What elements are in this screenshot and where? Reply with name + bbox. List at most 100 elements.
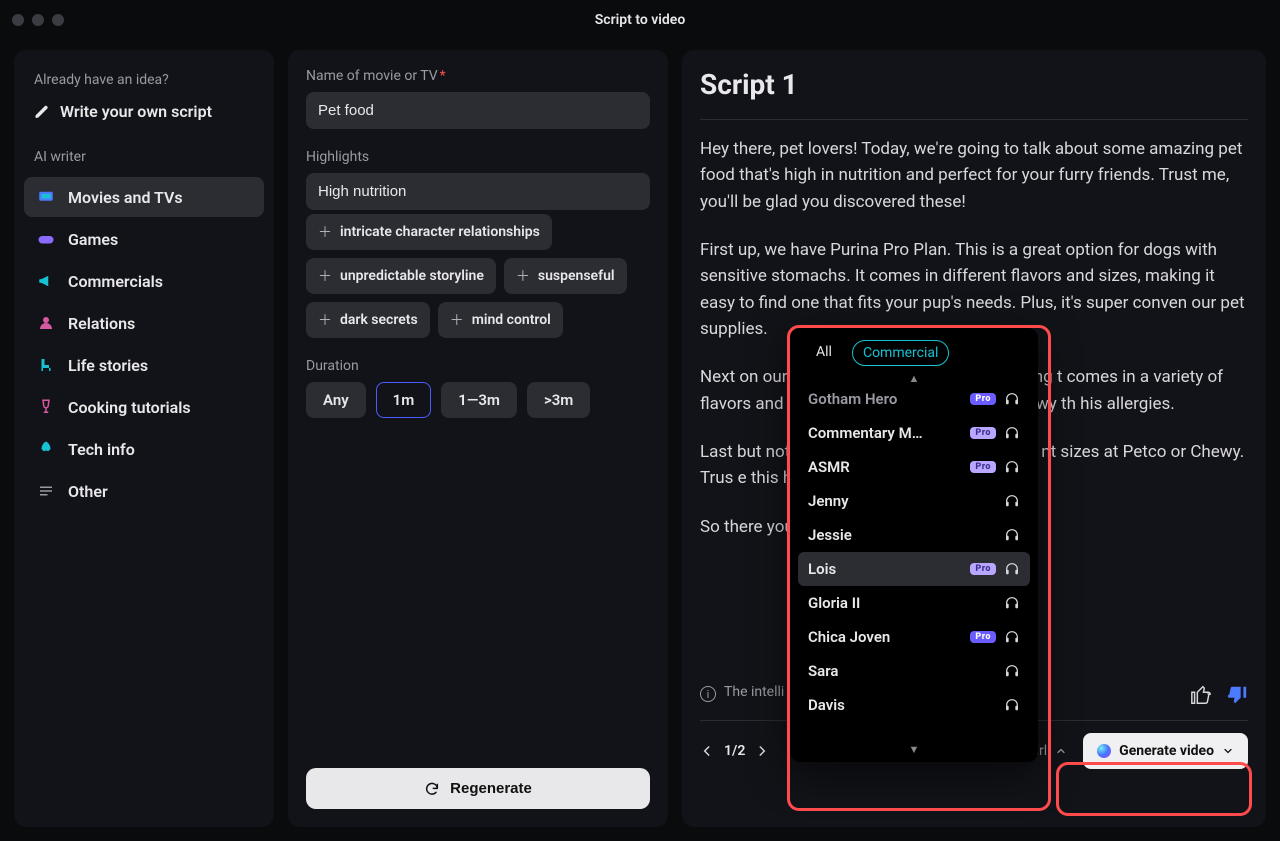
pro-badge: Pro	[970, 563, 996, 575]
name-label: Name of movie or TV*	[306, 68, 650, 84]
voice-tab[interactable]: Commercial	[852, 340, 949, 366]
plus-icon: ＋	[318, 222, 332, 242]
voice-name: Commentary M…	[808, 424, 962, 442]
voice-row[interactable]: Gloria II	[798, 586, 1030, 620]
sidebar-item-label: Relations	[68, 314, 135, 333]
pro-badge: Pro	[970, 393, 996, 405]
headphones-icon[interactable]	[1004, 493, 1020, 509]
next-icon[interactable]	[755, 744, 769, 758]
suggestion-chip[interactable]: ＋ dark secrets	[306, 302, 430, 338]
sidebar: Already have an idea? Write your own scr…	[14, 50, 274, 827]
voice-row[interactable]: Davis	[798, 688, 1030, 722]
write-own-label: Write your own script	[60, 102, 212, 121]
pager: 1/2	[700, 743, 769, 759]
window-controls[interactable]	[12, 14, 64, 26]
suggestion-chip[interactable]: ＋unpredictable storyline	[306, 258, 496, 294]
voice-name: Gloria II	[808, 594, 996, 612]
voice-name: Davis	[808, 696, 996, 714]
headphones-icon[interactable]	[1004, 391, 1020, 407]
refresh-icon	[424, 781, 440, 797]
voice-row[interactable]: ASMRPro	[798, 450, 1030, 484]
voice-popover[interactable]: AllCommercial ▲ Gotham HeroProCommentary…	[790, 328, 1038, 762]
tv-icon	[36, 187, 56, 207]
script-paragraph: First up, we have Purina Pro Plan. This …	[700, 237, 1248, 342]
plus-icon: ＋	[318, 310, 332, 330]
voice-name: Jenny	[808, 492, 996, 510]
name-input[interactable]	[306, 92, 650, 129]
close-dot-icon[interactable]	[12, 14, 24, 26]
max-dot-icon[interactable]	[52, 14, 64, 26]
scroll-down-icon[interactable]: ▼	[909, 743, 920, 754]
pro-badge: Pro	[970, 427, 996, 439]
sidebar-item-cooking-tutorials[interactable]: Cooking tutorials	[24, 387, 264, 427]
script-paragraph: Hey there, pet lovers! Today, we're goin…	[700, 136, 1248, 215]
chip-label: unpredictable storyline	[340, 268, 484, 284]
sidebar-item-other[interactable]: Other	[24, 471, 264, 511]
pro-badge: Pro	[970, 461, 996, 473]
sidebar-item-label: Life stories	[68, 356, 148, 375]
scroll-up-icon[interactable]: ▲	[909, 374, 920, 385]
headphones-icon[interactable]	[1004, 629, 1020, 645]
plus-icon: ＋	[450, 310, 464, 330]
duration-label: Duration	[306, 358, 650, 374]
sidebar-item-commercials[interactable]: Commercials	[24, 261, 264, 301]
sidebar-item-label: Cooking tutorials	[68, 398, 191, 417]
duration-option[interactable]: >3m	[527, 382, 590, 418]
generate-video-button[interactable]: Generate video	[1083, 733, 1248, 769]
generate-label: Generate video	[1119, 743, 1214, 759]
duration-option[interactable]: 1—3m	[441, 382, 517, 418]
duration-option[interactable]: Any	[306, 382, 366, 418]
thumbs-up-icon[interactable]	[1190, 684, 1212, 706]
voice-row[interactable]: Jenny	[798, 484, 1030, 518]
chevron-up-icon	[1055, 745, 1067, 757]
chip-label: intricate character relationships	[340, 224, 540, 240]
voice-tab[interactable]: All	[806, 340, 842, 366]
regenerate-button[interactable]: Regenerate	[306, 768, 650, 809]
headphones-icon[interactable]	[1004, 527, 1020, 543]
headphones-icon[interactable]	[1004, 595, 1020, 611]
chip-label: dark secrets	[340, 312, 418, 328]
prev-icon[interactable]	[700, 744, 714, 758]
voice-name: Sara	[808, 662, 996, 680]
sidebar-item-movies-and-tvs[interactable]: Movies and TVs	[24, 177, 264, 217]
sidebar-item-games[interactable]: Games	[24, 219, 264, 259]
gamepad-icon	[36, 229, 56, 249]
voice-row[interactable]: Sara	[798, 654, 1030, 688]
duration-option[interactable]: 1m	[376, 382, 432, 418]
pro-badge: Pro	[970, 631, 996, 643]
titlebar: Script to video	[0, 0, 1280, 40]
sidebar-item-label: Commercials	[68, 272, 163, 291]
sidebar-item-relations[interactable]: Relations	[24, 303, 264, 343]
sidebar-item-label: Movies and TVs	[68, 188, 183, 207]
sidebar-item-label: Games	[68, 230, 118, 249]
suggestion-chip[interactable]: ＋mind control	[438, 302, 563, 338]
sidebar-item-life-stories[interactable]: Life stories	[24, 345, 264, 385]
voice-row[interactable]: LoisPro	[798, 552, 1030, 586]
form-panel: Name of movie or TV* Highlights ＋intrica…	[288, 50, 668, 827]
highlight-input[interactable]	[306, 173, 650, 210]
pencil-icon	[34, 104, 50, 120]
app-title: Script to video	[595, 12, 686, 28]
headphones-icon[interactable]	[1004, 459, 1020, 475]
voice-row[interactable]: Chica JovenPro	[798, 620, 1030, 654]
info-icon: i	[700, 686, 716, 702]
suggestion-chip[interactable]: ＋ intricate character relationships	[306, 214, 552, 250]
sidebar-item-tech-info[interactable]: Tech info	[24, 429, 264, 469]
headphones-icon[interactable]	[1004, 425, 1020, 441]
suggestion-chip[interactable]: ＋ suspenseful	[504, 258, 627, 294]
script-title: Script 1	[700, 68, 1248, 101]
min-dot-icon[interactable]	[32, 14, 44, 26]
writer-label: AI writer	[34, 149, 254, 165]
voice-row[interactable]: Commentary M… Pro	[798, 416, 1030, 450]
voice-name: Gotham Hero	[808, 390, 962, 408]
chip-label: suspenseful	[538, 268, 615, 284]
thumbs-down-icon[interactable]	[1226, 684, 1248, 706]
voice-row[interactable]: Gotham Hero Pro	[798, 382, 1030, 416]
headphones-icon[interactable]	[1004, 663, 1020, 679]
menu-icon	[36, 481, 56, 501]
headphones-icon[interactable]	[1004, 697, 1020, 713]
write-own-script[interactable]: Write your own script	[24, 94, 264, 129]
headphones-icon[interactable]	[1004, 561, 1020, 577]
plus-icon: ＋	[516, 266, 530, 286]
voice-row[interactable]: Jessie	[798, 518, 1030, 552]
